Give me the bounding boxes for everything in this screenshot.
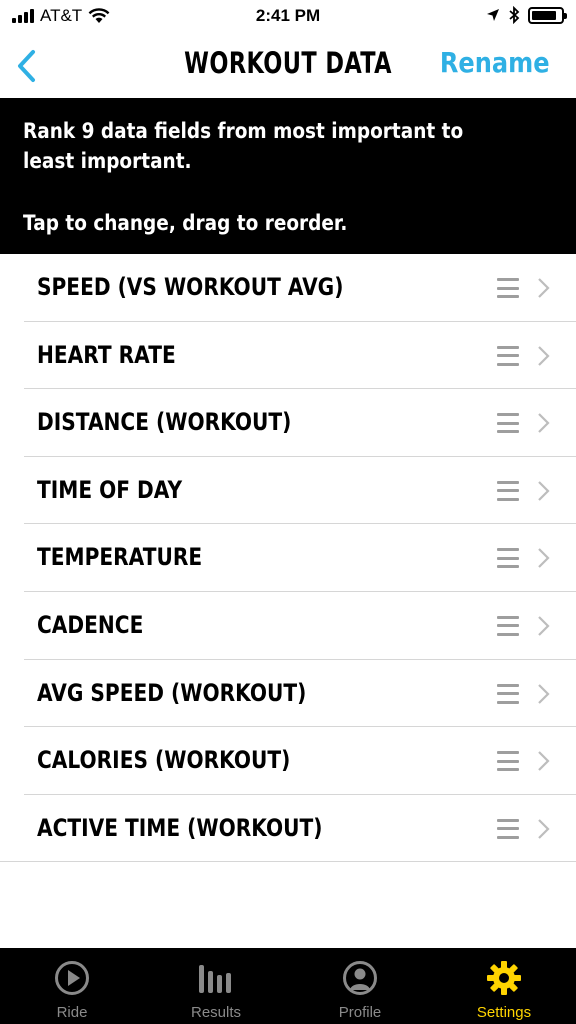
list-item[interactable]: SPEED (VS WORKOUT AVG) [24,254,576,322]
list-item[interactable]: TIME OF DAY [24,457,576,525]
profile-icon [343,961,377,995]
field-label: HEART RATE [37,340,176,369]
chevron-right-icon [538,345,550,366]
chevron-right-icon [538,683,550,704]
list-item[interactable]: TEMPERATURE [24,524,576,592]
list-item[interactable]: CADENCE [24,592,576,660]
chevron-right-icon [538,548,550,569]
drag-handle-icon[interactable] [497,683,519,704]
tab-bar: Ride Results Profile Settings [0,948,576,1024]
status-bar: AT&T 2:41 PM [0,0,576,34]
tab-label: Ride [56,1004,88,1021]
field-label: AVG SPEED (WORKOUT) [37,678,307,707]
tab-label: Profile [338,1004,382,1021]
field-label: TIME OF DAY [37,475,183,504]
list-item[interactable]: CALORIES (WORKOUT) [24,727,576,795]
list-item[interactable]: HEART RATE [24,322,576,390]
field-label: SPEED (VS WORKOUT AVG) [37,273,344,301]
tab-results[interactable]: Results [144,948,288,1024]
back-button[interactable] [10,46,44,86]
instruction-line-1: Rank 9 data fields from most important t… [23,119,464,143]
drag-handle-icon[interactable] [497,345,519,366]
drag-handle-icon[interactable] [497,615,519,636]
drag-handle-icon[interactable] [497,480,519,501]
list-item[interactable]: AVG SPEED (WORKOUT) [24,660,576,728]
chevron-right-icon [538,818,550,839]
field-label: CALORIES (WORKOUT) [37,746,291,775]
instruction-banner: Rank 9 data fields from most important t… [0,98,576,254]
field-label: TEMPERATURE [37,543,203,572]
field-label: DISTANCE (WORKOUT) [37,408,292,437]
instruction-line-3: Tap to change, drag to reorder. [23,211,348,235]
chevron-right-icon [538,481,550,501]
chevron-right-icon [538,278,550,298]
gear-icon [487,961,521,995]
bar-chart-icon [199,965,231,993]
location-arrow-icon [487,9,499,21]
instruction-line-2: least important. [23,149,192,173]
tab-label: Settings [476,1004,532,1021]
drag-handle-icon[interactable] [497,751,519,772]
tab-profile[interactable]: Profile [288,948,432,1024]
tab-settings[interactable]: Settings [432,948,576,1024]
rename-button[interactable]: Rename [440,46,550,79]
drag-handle-icon[interactable] [497,278,519,298]
battery-icon [528,6,567,24]
drag-handle-icon[interactable] [497,818,519,839]
chevron-right-icon [538,751,550,771]
drag-handle-icon[interactable] [497,413,519,434]
data-field-list: SPEED (VS WORKOUT AVG) HEART RATE DISTAN… [0,254,576,863]
battery-level [532,10,556,20]
list-item[interactable]: ACTIVE TIME (WORKOUT) [0,795,576,863]
status-right [486,6,567,24]
chevron-right-icon [538,616,550,636]
drag-handle-icon[interactable] [497,548,519,569]
field-label: ACTIVE TIME (WORKOUT) [37,813,323,842]
list-item[interactable]: DISTANCE (WORKOUT) [24,389,576,457]
tab-ride[interactable]: Ride [0,948,144,1024]
nav-bar: WORKOUT DATA Rename [0,34,576,98]
bluetooth-icon [509,6,520,24]
field-label: CADENCE [37,610,144,639]
chevron-right-icon [538,413,550,433]
tab-label: Results [190,1004,242,1021]
chevron-left-icon [18,50,35,82]
play-circle-icon [55,961,89,995]
